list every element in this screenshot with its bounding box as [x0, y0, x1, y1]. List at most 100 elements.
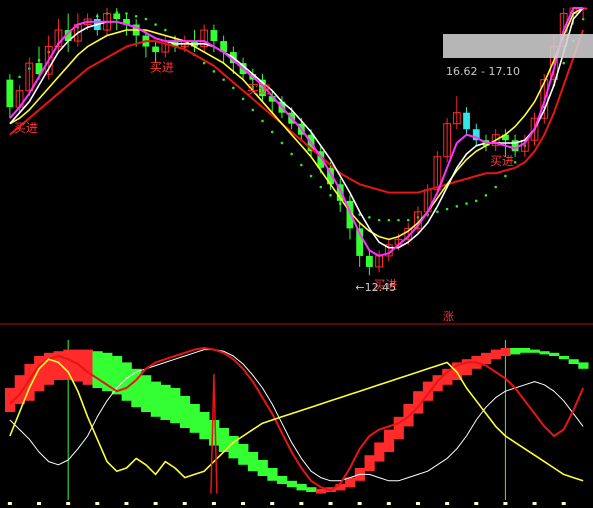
ma-dots-point: [280, 141, 284, 145]
indicator-band: [179, 396, 191, 428]
ma-dots-point: [368, 216, 371, 219]
indicator-band: [160, 384, 171, 420]
indicator-band: [568, 359, 579, 364]
ma-dots-point: [144, 17, 148, 21]
ma-dots-point: [455, 205, 459, 208]
baseline-marker: [95, 502, 100, 505]
indicator-band: [539, 351, 550, 355]
indicator-band: [150, 381, 161, 417]
indicator-band: [578, 362, 589, 369]
candle-body: [463, 112, 470, 130]
indicator-band: [510, 348, 521, 355]
baseline-marker: [37, 502, 42, 505]
baseline-marker: [357, 502, 362, 505]
ma-dots-point: [494, 185, 497, 189]
ma-dots-point: [319, 185, 323, 189]
indicator-band: [209, 420, 220, 446]
buy-signal-label: 买进: [490, 154, 514, 168]
baseline-marker: [124, 502, 129, 505]
ma-dots-point: [290, 152, 293, 156]
baseline-marker: [182, 502, 187, 505]
low-price-label: ←12.45: [355, 281, 396, 294]
indicator-band: [383, 429, 395, 452]
ma-dots-point: [154, 23, 157, 26]
indicator-band: [189, 404, 200, 433]
range-box: [443, 34, 593, 58]
baseline-marker: [66, 502, 71, 505]
candle-body: [6, 79, 14, 108]
baseline-marker: [415, 502, 420, 505]
ma-dots-point: [406, 218, 410, 222]
chart-canvas: 买进买进买进买进买进←12.4516.62 - 17.10涨: [0, 7, 593, 505]
candle-body: [152, 46, 160, 53]
candle-body: [113, 13, 121, 20]
ma-dots-point: [387, 218, 391, 222]
ma-dots-point: [562, 61, 566, 65]
ma-dots-point: [465, 202, 468, 205]
ma-dots-point: [251, 108, 255, 112]
ma-dots-point: [222, 78, 225, 81]
indicator-band: [238, 444, 249, 465]
ma-dots-point: [474, 199, 478, 203]
buy-signal-label: 买进: [14, 121, 38, 135]
indicator-band: [267, 468, 278, 481]
candle-body: [210, 30, 218, 42]
baseline-marker: [532, 502, 537, 505]
indicator-band: [82, 349, 93, 385]
indicator-band: [296, 484, 307, 491]
indicator-band: [500, 348, 511, 356]
baseline-marker: [445, 502, 450, 505]
buy-signal-label: 买进: [150, 61, 174, 75]
baseline-marker: [153, 502, 158, 505]
ma-dots-point: [300, 163, 303, 167]
ma-dots-point: [270, 130, 274, 134]
indicator-band: [257, 460, 268, 476]
ma-dots-point: [202, 61, 206, 65]
indicator-band: [364, 455, 375, 472]
baseline-marker: [561, 502, 566, 505]
ma-dots-point: [513, 160, 517, 164]
indicator-band: [529, 349, 540, 353]
baseline-marker: [503, 502, 508, 505]
indicator-band: [170, 388, 181, 424]
range-label: 16.62 - 17.10: [446, 65, 520, 78]
separator-label: 涨: [443, 310, 454, 323]
indicator-band: [490, 349, 502, 360]
ma-dots-point: [377, 218, 381, 222]
baseline-marker: [7, 502, 12, 505]
indicator-band: [481, 352, 492, 364]
indicator-band: [519, 348, 531, 353]
ma-dots-point: [445, 207, 449, 211]
baseline-marker: [211, 502, 216, 505]
indicator-band: [374, 442, 385, 462]
ma-dots-point: [329, 194, 332, 197]
baseline-marker: [241, 502, 246, 505]
baseline-marker: [270, 502, 275, 505]
ma-dots-point: [164, 28, 167, 32]
ma-dots-point: [261, 119, 264, 123]
ma-dots-point: [484, 194, 488, 197]
indicator-band: [286, 480, 297, 488]
ma-dots-point: [232, 86, 235, 90]
ma-dots-point: [241, 97, 245, 101]
ma-dots-point: [504, 174, 507, 178]
indicator-band: [549, 352, 560, 356]
ma-dots-point: [212, 70, 216, 73]
indicator-band: [315, 488, 327, 494]
buy-signal-label: 买进: [247, 83, 271, 97]
baseline-marker: [328, 502, 333, 505]
indicator-band: [73, 349, 84, 382]
indicator-band: [306, 487, 317, 492]
baseline-marker: [474, 502, 479, 505]
indicator-band: [277, 476, 288, 484]
baseline-marker: [386, 502, 391, 505]
indicator-band: [141, 375, 152, 412]
ma-dots-point: [134, 14, 138, 18]
indicator-band: [558, 356, 570, 360]
indicator-band: [92, 351, 103, 388]
ma-dots-point: [397, 218, 400, 222]
indicator-band: [247, 452, 259, 472]
indicator-band: [199, 412, 210, 440]
ma-dots-point: [436, 210, 439, 214]
indicator-band: [63, 349, 74, 380]
